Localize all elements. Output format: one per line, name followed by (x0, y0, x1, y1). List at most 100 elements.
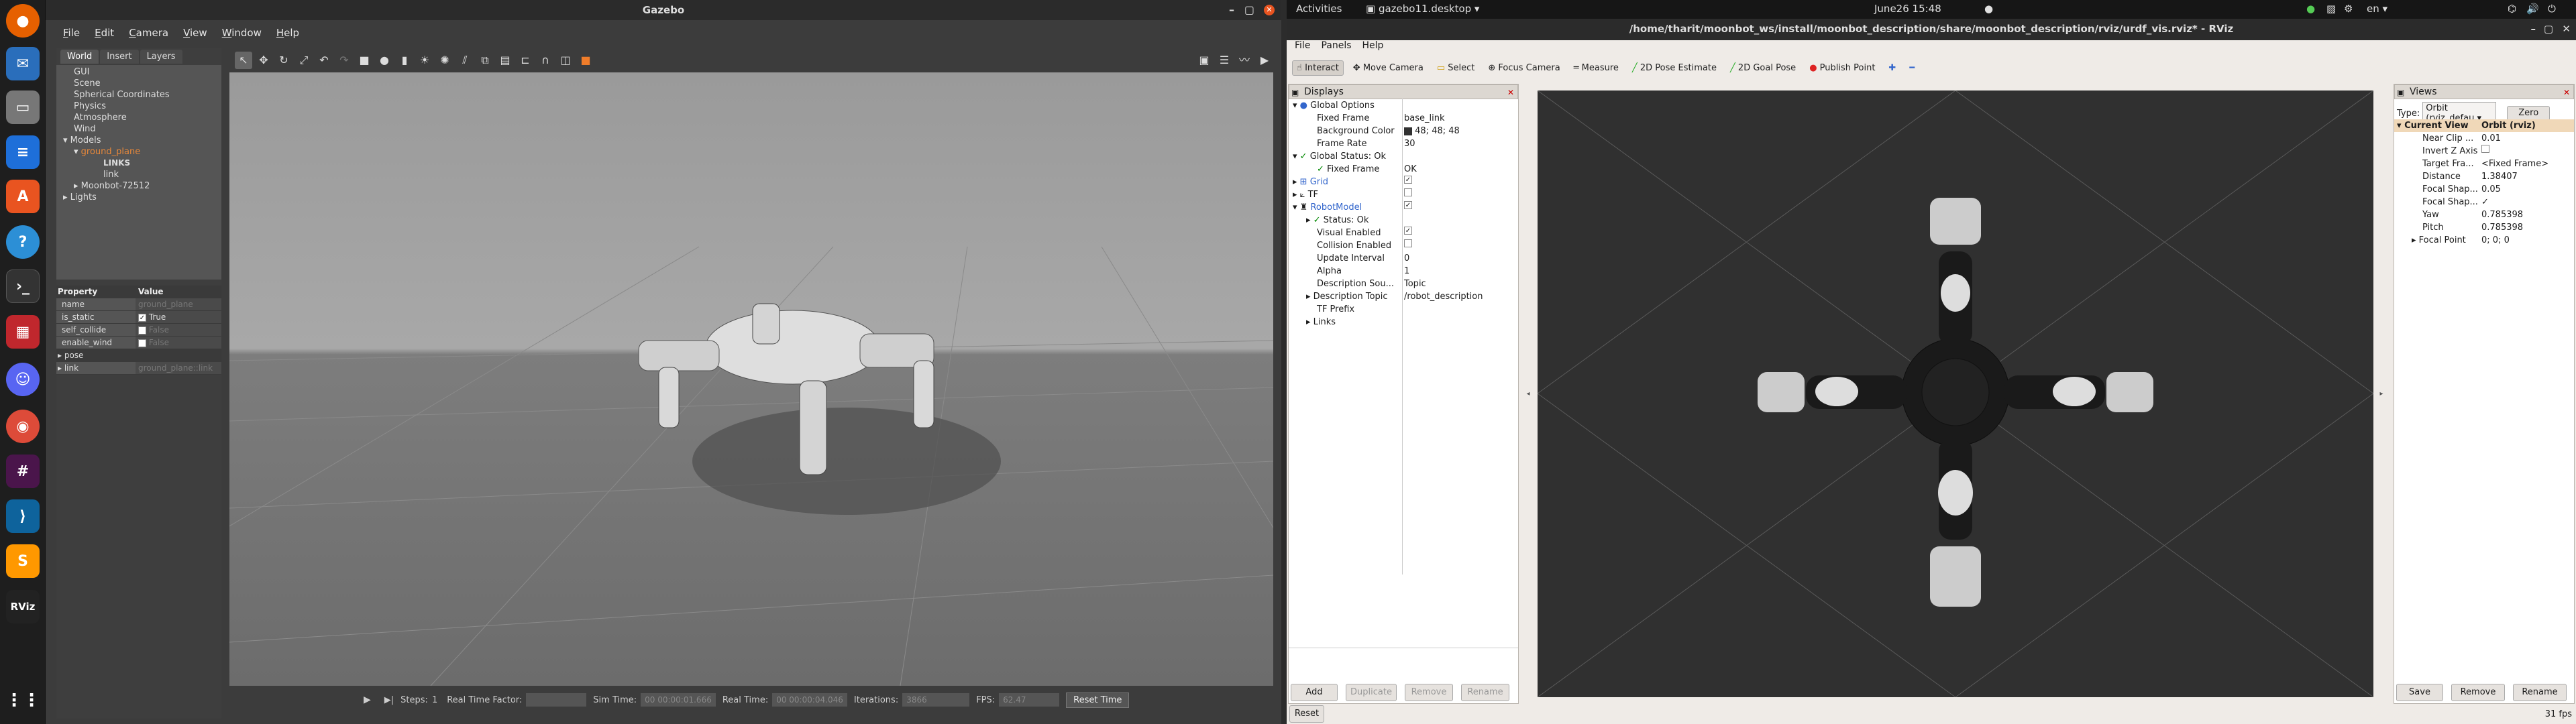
plot-icon[interactable]: 〰 (1236, 52, 1253, 69)
collapse-icon[interactable]: ▸ (58, 363, 64, 373)
tree-spherical[interactable]: Spherical Coordinates (56, 89, 221, 101)
checkbox-icon[interactable] (1404, 239, 1412, 247)
prop-value[interactable]: base_link (1404, 112, 1444, 125)
cylinder-icon[interactable]: ▮ (396, 52, 413, 69)
tree-atmosphere[interactable]: Atmosphere (56, 112, 221, 123)
tree-link[interactable]: link (56, 169, 221, 180)
checkbox-icon[interactable] (2481, 145, 2489, 153)
rviz-render-view[interactable] (1537, 90, 2374, 698)
rviz-icon[interactable]: RViz (6, 590, 40, 623)
steps-value[interactable]: 1 (432, 695, 437, 705)
tool-move-camera[interactable]: ✥ Move Camera (1349, 61, 1428, 75)
add-tool-icon[interactable]: ✚ (1884, 61, 1900, 75)
prop-row[interactable]: enable_wind False (56, 337, 221, 349)
view-prop-value[interactable]: 0.785398 (2481, 221, 2523, 234)
display-item[interactable]: Global Options (1310, 101, 1375, 111)
snap-icon[interactable]: ∩ (537, 52, 554, 69)
prop-value[interactable]: 30 (1404, 137, 1415, 150)
menu-file[interactable]: File (63, 24, 80, 42)
remove-button[interactable]: Remove (1405, 684, 1453, 701)
save-view-button[interactable]: Save (2396, 684, 2443, 701)
prop-row[interactable]: self_collide False (56, 324, 221, 337)
menu-file[interactable]: File (1295, 40, 1310, 54)
checkbox-checked-icon[interactable]: ✓ (1404, 176, 1412, 184)
menu-edit[interactable]: Edit (95, 24, 114, 42)
screenshot-icon[interactable]: ▦ (6, 315, 40, 349)
menu-window[interactable]: Window (222, 24, 262, 42)
discord-icon[interactable]: ☺ (6, 363, 40, 396)
maximize-icon[interactable]: ▢ (1244, 0, 1254, 20)
view-prop-value[interactable]: ✓ (2481, 196, 2489, 208)
volume-icon[interactable]: 🔊 (2526, 3, 2539, 15)
prop-value[interactable]: /robot_description (1404, 290, 1483, 303)
collapse-icon[interactable]: ▸ (74, 181, 81, 191)
help-icon[interactable]: ? (6, 225, 40, 259)
record-icon[interactable]: ■ (577, 52, 594, 69)
tool-publish-point[interactable]: ● Publish Point (1805, 61, 1879, 75)
spot-light-icon[interactable]: ✺ (436, 52, 453, 69)
writer-icon[interactable]: ≡ (6, 135, 40, 169)
prop-key[interactable]: Links (1313, 317, 1336, 327)
rename-button[interactable]: Rename (1461, 684, 1509, 701)
maximize-icon[interactable]: ▢ (2544, 19, 2553, 39)
tab-layers[interactable]: Layers (140, 50, 182, 64)
rotate-icon[interactable]: ↻ (275, 52, 292, 69)
display-item[interactable]: TF (1308, 190, 1318, 200)
tree-moonbot[interactable]: Moonbot-72512 (81, 181, 150, 191)
align-icon[interactable]: ⊏ (517, 52, 534, 69)
minimize-icon[interactable]: – (2531, 19, 2536, 39)
tool-focus-camera[interactable]: ⊕ Focus Camera (1484, 61, 1564, 75)
prop-value[interactable]: 0 (1404, 252, 1409, 265)
reset-button[interactable]: Reset (1289, 705, 1324, 723)
remove-tool-icon[interactable]: ━ (1905, 61, 1919, 75)
expand-icon[interactable]: ▾ (1289, 152, 1297, 162)
prop-row[interactable]: ▸ pose (56, 349, 221, 362)
terminal-icon[interactable]: ›_ (6, 269, 40, 303)
activities-button[interactable]: Activities (1296, 3, 1342, 15)
add-button[interactable]: Add (1291, 684, 1338, 701)
expand-icon[interactable]: ▾ (63, 135, 70, 145)
menu-camera[interactable]: Camera (129, 24, 168, 42)
power-icon[interactable]: ⏻ (2548, 3, 2556, 15)
view-prop-value[interactable]: 1.38407 (2481, 170, 2518, 183)
checkbox-icon[interactable] (138, 326, 146, 335)
tray-icon[interactable]: ● (2306, 3, 2315, 15)
scale-icon[interactable]: ⤢ (295, 52, 313, 69)
log-icon[interactable]: ☰ (1216, 52, 1233, 69)
expand-icon[interactable]: ▾ (74, 147, 81, 157)
panel-close-icon[interactable]: ✕ (2563, 86, 2570, 99)
files-icon[interactable]: ▭ (6, 90, 40, 124)
view-prop-key[interactable]: Focal Point (2419, 235, 2466, 245)
tab-world[interactable]: World (60, 50, 99, 64)
select-arrow-icon[interactable]: ↖ (235, 52, 252, 69)
tree-models[interactable]: Models (70, 135, 101, 145)
tree-wind[interactable]: Wind (56, 123, 221, 135)
vscode-icon[interactable]: ⟩ (6, 499, 40, 533)
tab-insert[interactable]: Insert (100, 50, 139, 64)
step-icon[interactable]: ▶| (384, 695, 394, 705)
prop-row[interactable]: is_static ✓ True (56, 311, 221, 324)
prop-row[interactable]: name ground_plane (56, 298, 221, 311)
checkbox-checked-icon[interactable]: ✓ (138, 313, 146, 322)
display-item[interactable]: RobotModel (1310, 202, 1362, 213)
translate-icon[interactable]: ✥ (255, 52, 272, 69)
menu-panels[interactable]: Panels (1321, 40, 1351, 54)
checkbox-icon[interactable] (1404, 188, 1412, 196)
play-icon[interactable]: ▶ (364, 695, 371, 705)
language-indicator[interactable]: en ▾ (2367, 3, 2387, 15)
menu-help[interactable]: Help (1362, 40, 1384, 54)
view-prop-value[interactable]: 0.05 (2481, 183, 2501, 196)
close-icon[interactable]: ✕ (1264, 5, 1275, 15)
paste-icon[interactable]: ▤ (496, 52, 514, 69)
undo-icon[interactable]: ↶ (315, 52, 333, 69)
tool-goal-pose[interactable]: ╱ 2D Goal Pose (1726, 61, 1800, 75)
tree-gui[interactable]: GUI (56, 65, 221, 78)
apps-grid-icon[interactable]: ⋮⋮ (5, 684, 40, 717)
screenshot-camera-icon[interactable]: ▣ (1195, 52, 1213, 69)
expand-icon[interactable]: ▾ (1289, 101, 1297, 111)
tool-pose-estimate[interactable]: ╱ 2D Pose Estimate (1628, 61, 1721, 75)
menu-view[interactable]: View (183, 24, 207, 42)
sphere-icon[interactable]: ● (376, 52, 393, 69)
app-menu[interactable]: ▣ gazebo11.desktop ▾ (1366, 3, 1479, 15)
panel-close-icon[interactable]: ✕ (1507, 86, 1514, 99)
